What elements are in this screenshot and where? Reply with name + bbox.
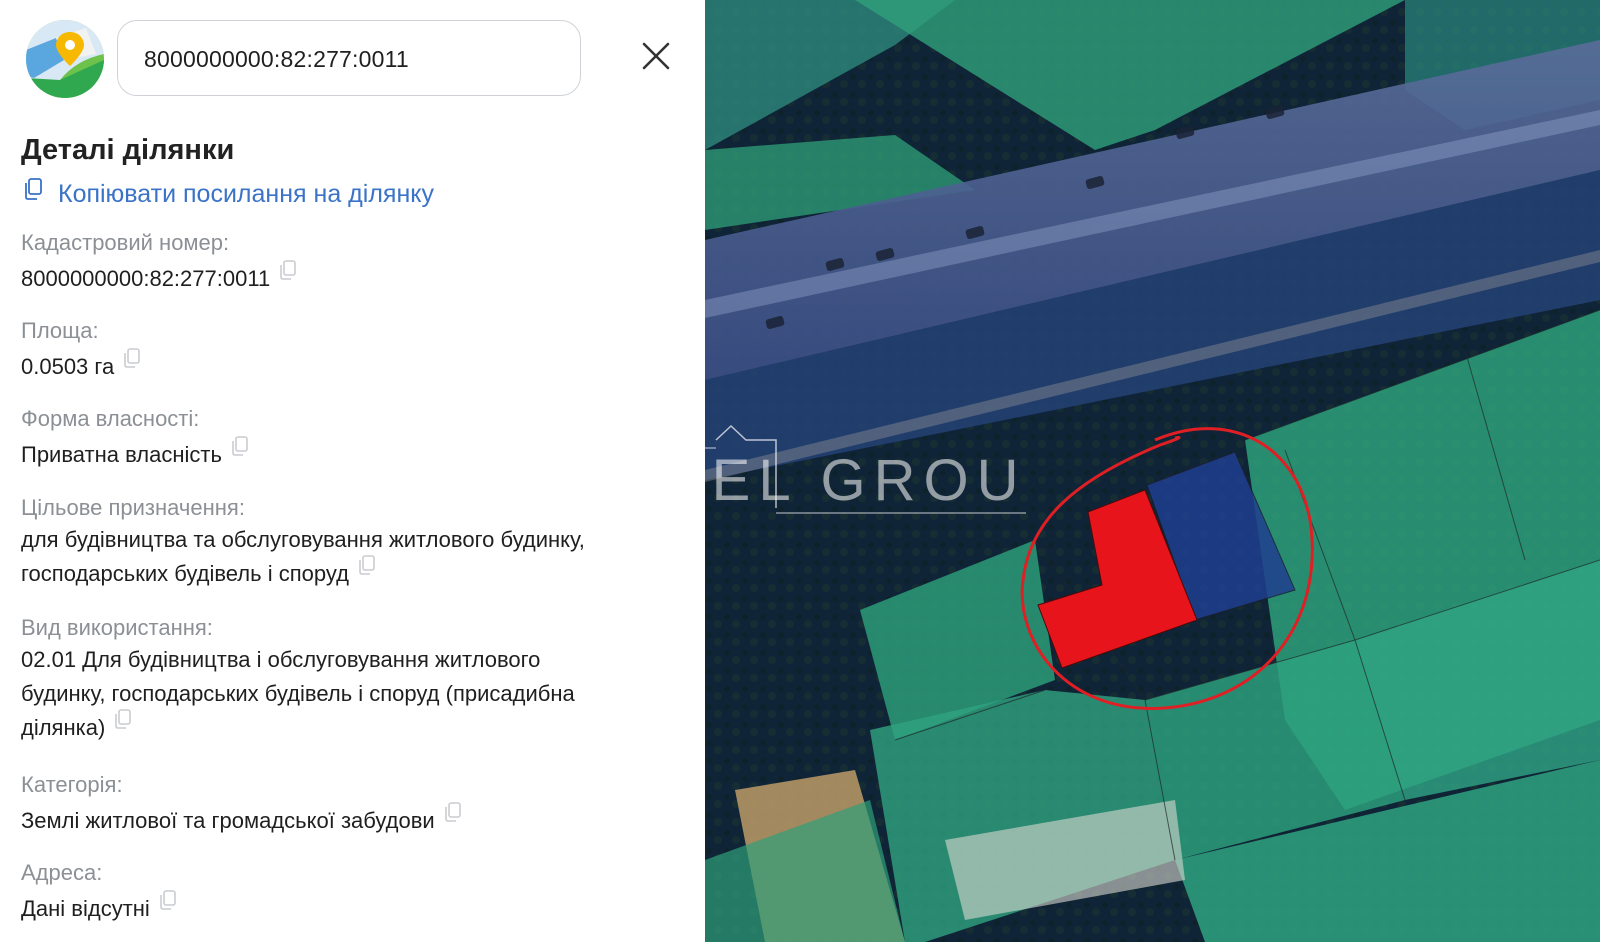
field-category: Категорія: Землі житлової та громадської… — [21, 770, 681, 839]
field-value-line: ділянка) — [21, 715, 106, 740]
field-value-line: 02.01 Для будівництва і обслуговування ж… — [21, 647, 541, 672]
close-icon[interactable] — [638, 38, 674, 74]
page-title: Деталі ділянки — [21, 134, 235, 166]
field-label: Категорія: — [21, 772, 123, 797]
field-cadastral-number: Кадастровий номер: 8000000000:82:277:001… — [21, 228, 681, 297]
map-view[interactable] — [705, 0, 1600, 942]
field-label: Форма власності: — [21, 406, 200, 431]
copy-link-label: Копіювати посилання на ділянку — [58, 179, 434, 208]
field-value: 0.0503 га — [21, 354, 115, 379]
field-address: Адреса: Дані відсутні — [21, 858, 681, 927]
field-purpose: Цільове призначення: для будівництва та … — [21, 493, 681, 592]
field-label: Кадастровий номер: — [21, 230, 230, 255]
field-usage-type: Вид використання: 02.01 Для будівництва … — [21, 613, 681, 746]
copy-link-button[interactable]: Копіювати посилання на ділянку — [22, 174, 434, 208]
search-field[interactable] — [117, 20, 581, 96]
copy-icon[interactable] — [230, 433, 250, 467]
copy-icon[interactable] — [357, 552, 377, 586]
field-label: Адреса: — [21, 860, 103, 885]
field-value: 8000000000:82:277:0011 — [21, 266, 271, 291]
copy-icon[interactable] — [113, 706, 133, 740]
map-logo-icon[interactable] — [26, 20, 104, 98]
search-input[interactable] — [144, 43, 554, 75]
field-value-line: господарських будівель і споруд — [21, 561, 349, 586]
copy-icon[interactable] — [443, 799, 463, 833]
copy-icon[interactable] — [158, 887, 178, 921]
field-label: Площа: — [21, 318, 99, 343]
field-area: Площа: 0.0503 га — [21, 316, 681, 385]
copy-icon[interactable] — [122, 345, 142, 379]
field-value: Дані відсутні — [21, 896, 150, 921]
field-value-line: для будівництва та обслуговування житлов… — [21, 527, 585, 552]
copy-icon[interactable] — [278, 257, 298, 291]
copy-icon — [22, 177, 44, 206]
field-value: Приватна власність — [21, 442, 222, 467]
field-ownership: Форма власності: Приватна власність — [21, 404, 681, 473]
field-label: Цільове призначення: — [21, 495, 245, 520]
field-value: Землі житлової та громадської забудови — [21, 808, 435, 833]
field-label: Вид використання: — [21, 615, 213, 640]
details-panel: Деталі ділянки Копіювати посилання на ді… — [0, 0, 705, 942]
